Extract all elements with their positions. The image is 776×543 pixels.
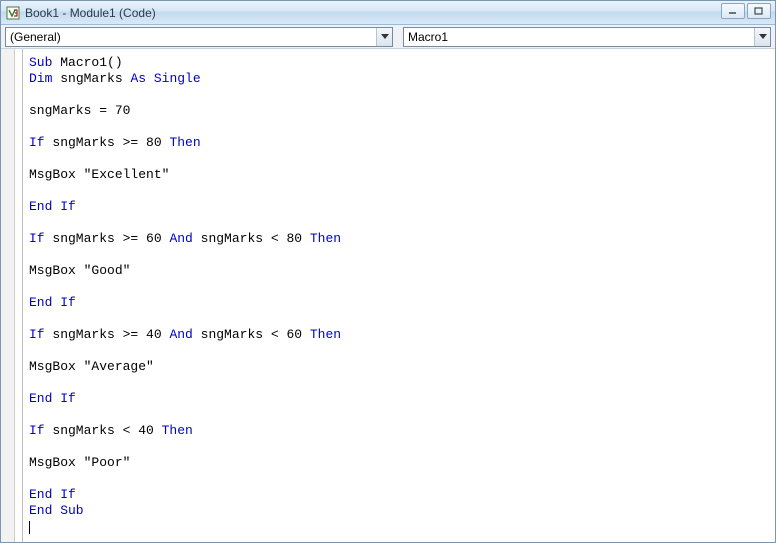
- titlebar: Book1 - Module1 (Code): [1, 1, 775, 25]
- procedure-dropdown[interactable]: Macro1: [403, 27, 771, 47]
- object-dropdown[interactable]: (General): [5, 27, 393, 47]
- breakpoint-gutter[interactable]: [1, 49, 15, 542]
- code-margin: [15, 49, 23, 542]
- window-title: Book1 - Module1 (Code): [25, 6, 156, 20]
- chevron-down-icon: [376, 28, 392, 46]
- window-controls: [721, 3, 771, 19]
- object-dropdown-value: (General): [6, 30, 376, 44]
- code-area: Sub Macro1() Dim sngMarks As Single sngM…: [1, 49, 775, 542]
- chevron-down-icon: [754, 28, 770, 46]
- code-editor[interactable]: Sub Macro1() Dim sngMarks As Single sngM…: [23, 49, 775, 542]
- vba-module-icon: [5, 5, 21, 21]
- procedure-dropdown-value: Macro1: [404, 30, 754, 44]
- minimize-button[interactable]: [721, 3, 745, 19]
- dropdown-bar: (General) Macro1: [1, 25, 775, 49]
- maximize-button[interactable]: [747, 3, 771, 19]
